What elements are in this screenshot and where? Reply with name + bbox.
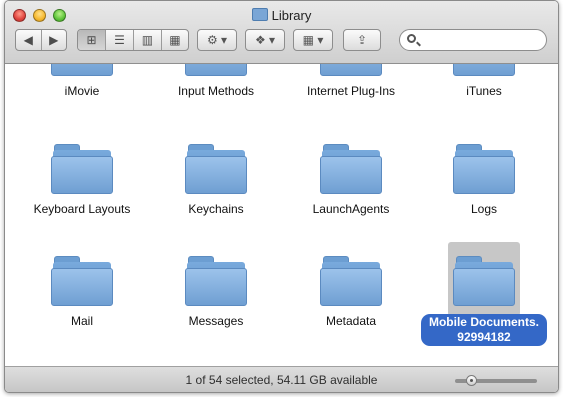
folder-label: Messages bbox=[188, 314, 244, 328]
list-view-icon: ☰ bbox=[114, 33, 125, 47]
folder-icon bbox=[185, 64, 247, 76]
folder-label: iTunes bbox=[466, 84, 502, 98]
status-bar: 1 of 54 selected, 54.11 GB available bbox=[5, 366, 558, 392]
folder-label: Keyboard Layouts bbox=[33, 202, 131, 216]
window-title: Library bbox=[5, 8, 558, 23]
action-menu-button[interactable]: ⚙ ▾ bbox=[197, 29, 237, 51]
share-button[interactable]: ⇪ bbox=[343, 29, 381, 51]
folder-label-selected: Mobile Documents. 92994182 bbox=[419, 314, 549, 346]
folder-item[interactable]: Metadata bbox=[286, 256, 416, 329]
icon-view-button[interactable]: ⊞ bbox=[78, 30, 106, 50]
folder-item[interactable]: Mail bbox=[17, 256, 147, 329]
folder-icon bbox=[251, 8, 268, 21]
coverflow-view-icon: ▦ bbox=[169, 33, 181, 47]
folder-label: Input Methods bbox=[177, 84, 255, 98]
finder-window: Library ◀ ▶ ⊞ ☰ ▥ ▦ ⚙ ▾ ❖ ▾ ▦ ▾ ⇪ iMovie… bbox=[4, 0, 559, 393]
coverflow-view-button[interactable]: ▦ bbox=[162, 30, 188, 50]
folder-item[interactable]: Keychains bbox=[151, 144, 281, 217]
folder-icon bbox=[51, 64, 113, 76]
folder-icon bbox=[185, 256, 247, 306]
selected-label-line2: 92994182 bbox=[457, 330, 511, 344]
folder-icon bbox=[320, 64, 382, 76]
folder-label: iMovie bbox=[64, 84, 100, 98]
folder-icon bbox=[453, 144, 515, 194]
folder-item[interactable]: Keyboard Layouts bbox=[17, 144, 147, 217]
folder-item[interactable]: Internet Plug-Ins bbox=[286, 64, 416, 99]
search-icon bbox=[407, 34, 416, 43]
folder-item[interactable]: LaunchAgents bbox=[286, 144, 416, 217]
back-arrow-icon: ◀ bbox=[23, 33, 33, 47]
folder-icon bbox=[453, 256, 515, 306]
column-view-button[interactable]: ▥ bbox=[134, 30, 162, 50]
folder-item-selected[interactable]: Mobile Documents. 92994182 bbox=[419, 256, 549, 346]
dropbox-icon: ❖ ▾ bbox=[254, 33, 276, 47]
folder-icon bbox=[453, 64, 515, 76]
folder-label: Mail bbox=[70, 314, 93, 328]
dropbox-menu-button[interactable]: ❖ ▾ bbox=[245, 29, 285, 51]
list-view-button[interactable]: ☰ bbox=[106, 30, 134, 50]
folder-label: Keychains bbox=[188, 202, 244, 216]
folder-label: Logs bbox=[470, 202, 498, 216]
folder-item[interactable]: Logs bbox=[419, 144, 549, 217]
selected-label-pill: Mobile Documents. 92994182 bbox=[420, 314, 547, 346]
share-icon: ⇪ bbox=[356, 33, 368, 47]
folder-label: LaunchAgents bbox=[312, 202, 390, 216]
search-field[interactable] bbox=[399, 29, 547, 51]
back-forward-control: ◀ ▶ bbox=[15, 29, 67, 51]
folder-item[interactable]: iMovie bbox=[17, 64, 147, 99]
icon-size-slider[interactable] bbox=[455, 375, 537, 386]
file-browser-content: iMovie Input Methods Internet Plug-Ins i… bbox=[5, 64, 558, 366]
icon-view-icon: ⊞ bbox=[86, 33, 97, 47]
folder-item[interactable]: Input Methods bbox=[151, 64, 281, 99]
folder-item[interactable]: iTunes bbox=[419, 64, 549, 99]
search-input[interactable] bbox=[422, 32, 544, 50]
forward-arrow-icon: ▶ bbox=[49, 33, 59, 47]
title-bar: Library ◀ ▶ ⊞ ☰ ▥ ▦ ⚙ ▾ ❖ ▾ ▦ ▾ ⇪ bbox=[5, 1, 558, 64]
folder-label: Metadata bbox=[325, 314, 377, 328]
window-title-text: Library bbox=[271, 8, 312, 23]
back-button[interactable]: ◀ bbox=[16, 30, 42, 50]
folder-icon bbox=[320, 256, 382, 306]
folder-item[interactable]: Messages bbox=[151, 256, 281, 329]
folder-label: Internet Plug-Ins bbox=[306, 84, 396, 98]
folder-icon bbox=[51, 144, 113, 194]
arrange-icon: ▦ ▾ bbox=[302, 33, 324, 47]
gear-icon: ⚙ ▾ bbox=[206, 33, 228, 47]
forward-button[interactable]: ▶ bbox=[42, 30, 67, 50]
column-view-icon: ▥ bbox=[141, 33, 154, 47]
slider-knob[interactable] bbox=[466, 375, 477, 386]
arrange-menu-button[interactable]: ▦ ▾ bbox=[293, 29, 333, 51]
view-mode-control: ⊞ ☰ ▥ ▦ bbox=[77, 29, 189, 51]
folder-icon bbox=[185, 144, 247, 194]
folder-icon bbox=[320, 144, 382, 194]
folder-icon bbox=[51, 256, 113, 306]
selected-label-line1: Mobile Documents. bbox=[428, 315, 539, 329]
